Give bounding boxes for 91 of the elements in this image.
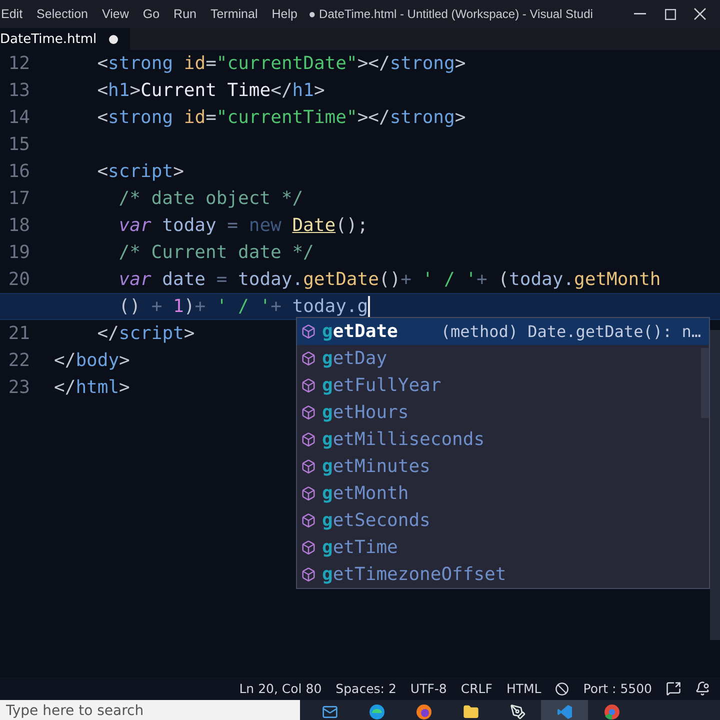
- suggestion-item[interactable]: getFullYear: [297, 372, 709, 399]
- menu-item[interactable]: Help: [264, 0, 304, 28]
- swirl-icon: [368, 704, 384, 720]
- line-number: 19: [7, 242, 30, 263]
- status-item[interactable]: Ln 20, Col 80: [239, 681, 322, 696]
- notifications-button[interactable]: [695, 681, 710, 696]
- code-line: var today = new Date();: [118, 215, 368, 236]
- feedback-button[interactable]: [666, 681, 681, 696]
- pen-icon: [510, 704, 526, 720]
- method-icon: [301, 324, 316, 339]
- suggestion-item[interactable]: getMilliseconds: [297, 426, 709, 453]
- line-number: 23: [7, 377, 30, 398]
- code-editor-icon: [556, 704, 572, 720]
- code-line: <h1>Current Time</h1>: [97, 80, 325, 101]
- menu-item[interactable]: Go: [136, 0, 167, 28]
- line-number: 12: [7, 53, 30, 74]
- scrollbar[interactable]: [710, 330, 720, 640]
- suggestion-label: getMonth: [322, 483, 409, 504]
- popup-scrollbar[interactable]: [701, 348, 709, 418]
- code-line: <strong id="currentDate"></strong>: [97, 53, 466, 74]
- code-line: </html>: [54, 377, 130, 398]
- menu-item[interactable]: View: [94, 0, 136, 28]
- suggestion-item[interactable]: getMonth: [297, 480, 709, 507]
- menu-item[interactable]: Run: [166, 0, 204, 28]
- envelope-icon: [322, 704, 338, 720]
- status-item[interactable]: UTF-8: [410, 681, 447, 696]
- suggestion-label: getDay: [322, 348, 388, 369]
- line-number: 20: [7, 269, 30, 290]
- text-cursor: [368, 296, 370, 318]
- suggestion-label: getDate: [322, 321, 398, 342]
- line-number: 21: [7, 323, 30, 344]
- code-line: () + 1)+ ' / '+ today.g: [118, 296, 368, 317]
- window-title: ● DateTime.html - Untitled (Workspace) - Visual Studi: [308, 7, 593, 21]
- method-icon: [301, 432, 316, 447]
- browser-globe-icon: [416, 704, 432, 720]
- line-number: 14: [7, 107, 30, 128]
- suggestion-item[interactable]: getDate (method) Date.getDate(): n…: [297, 318, 709, 345]
- minimize-icon: [634, 13, 646, 15]
- tricolor-circle-icon: [604, 704, 620, 720]
- suggestion-item[interactable]: getTimezoneOffset: [297, 561, 709, 588]
- no-entry-icon: [555, 682, 570, 696]
- maximize-button[interactable]: [662, 6, 678, 22]
- method-icon: [301, 486, 316, 501]
- suggestion-item[interactable]: getMinutes: [297, 453, 709, 480]
- line-number: 13: [7, 80, 30, 101]
- line-number: 18: [7, 215, 30, 236]
- line-number: 15: [7, 134, 30, 155]
- suggestion-item[interactable]: getDay: [297, 345, 709, 372]
- feedback-icon: [666, 681, 681, 696]
- code-line: <script>: [97, 161, 184, 182]
- method-icon: [301, 459, 316, 474]
- code-line: /* date object */: [118, 188, 304, 209]
- folder-icon: [462, 704, 478, 720]
- status-item[interactable]: CRLF: [460, 681, 492, 696]
- suggestion-label: getMilliseconds: [322, 429, 485, 450]
- suggestion-label: getFullYear: [322, 375, 442, 396]
- status-item[interactable]: HTML: [506, 681, 542, 696]
- close-icon: [694, 8, 706, 20]
- suggestion-label: getSeconds: [322, 510, 430, 531]
- menu-item[interactable]: Terminal: [203, 0, 265, 28]
- code-line: </script>: [97, 323, 195, 344]
- code-line: /* Current date */: [118, 242, 314, 263]
- status-item[interactable]: Spaces: 2: [336, 681, 396, 696]
- method-icon: [301, 513, 316, 528]
- menu-item[interactable]: Edit: [0, 0, 30, 28]
- method-icon: [301, 540, 316, 555]
- method-icon: [301, 405, 316, 420]
- line-number: 16: [7, 161, 30, 182]
- search-field[interactable]: Type here to search: [0, 700, 300, 720]
- method-icon: [301, 378, 316, 393]
- method-icon: [301, 567, 316, 582]
- suggestion-item[interactable]: getHours: [297, 399, 709, 426]
- code-line: <strong id="currentTime"></strong>: [97, 107, 466, 128]
- suggestion-label: getMinutes: [322, 456, 430, 477]
- bell-icon: [695, 681, 710, 696]
- editor-tab[interactable]: DateTime.html: [0, 28, 130, 50]
- code-line: var date = today.getDate()+ ' / '+ (today.getMonth: [118, 269, 661, 290]
- suggestion-label: getHours: [322, 402, 409, 423]
- suggestion-item[interactable]: getSeconds: [297, 507, 709, 534]
- port-status[interactable]: Port : 5500: [583, 681, 652, 696]
- close-button[interactable]: [692, 6, 708, 22]
- suggestion-label: getTimezoneOffset: [322, 564, 506, 585]
- method-icon: [301, 351, 316, 366]
- maximize-icon: [664, 8, 676, 20]
- menu-item[interactable]: Selection: [30, 0, 95, 28]
- code-line: </body>: [54, 350, 130, 371]
- line-number: 22: [7, 350, 30, 371]
- suggestion-detail: (method) Date.getDate(): n…: [440, 322, 701, 341]
- suggestion-label: getTime: [322, 537, 398, 558]
- line-number: 17: [7, 188, 30, 209]
- suggestion-item[interactable]: getTime: [297, 534, 709, 561]
